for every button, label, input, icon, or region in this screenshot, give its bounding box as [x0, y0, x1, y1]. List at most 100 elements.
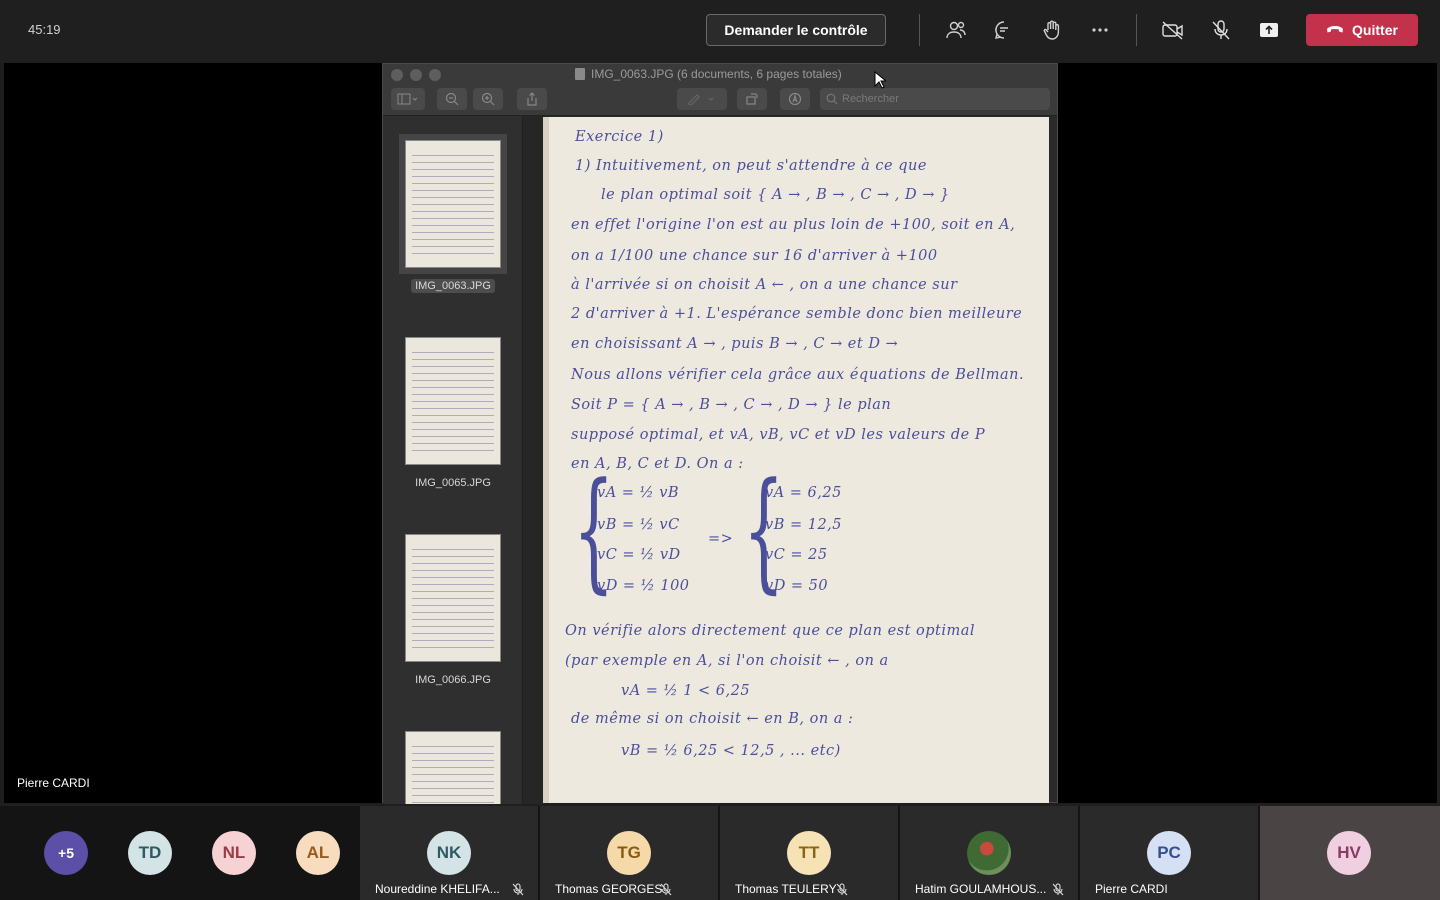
hw-line: Nous allons vérifier cela grâce aux équa… [571, 367, 1025, 383]
hw-line: 2 d'arriver à +1. L'espérance semble don… [571, 306, 1023, 322]
shared-preview-window: IMG_0063.JPG (6 documents, 6 pages total… [382, 63, 1058, 804]
sidebar-toggle-button[interactable] [391, 88, 425, 110]
hw-line: à l'arrivée si on choisit A ← , on a une… [571, 277, 958, 293]
zoom-in-button[interactable] [473, 88, 503, 110]
mic-off-icon [836, 883, 848, 896]
request-control-button[interactable]: Demander le contrôle [706, 14, 886, 46]
share-screen-icon[interactable] [1255, 16, 1283, 44]
call-timer: 45:19 [28, 22, 61, 37]
chat-icon[interactable] [990, 16, 1018, 44]
implies-arrow: => [708, 531, 734, 547]
participant-avatar[interactable]: TD [128, 831, 172, 875]
thumbnail-label: IMG_0063.JPG [383, 279, 522, 293]
equation-right: vC = 25 [765, 547, 828, 563]
participant-avatar: PC [1147, 831, 1191, 875]
sidebar-gutter [523, 116, 545, 804]
leave-call-label: Quitter [1352, 22, 1398, 38]
mic-off-icon [660, 883, 672, 896]
leave-call-button[interactable]: Quitter [1306, 14, 1418, 46]
participant-name: Thomas GEORGES [555, 882, 663, 896]
search-placeholder: Rechercher [842, 93, 899, 105]
hw-line: vA = ½ 1 < 6,25 [621, 683, 751, 699]
participant-name: Thomas TEULERY [735, 882, 837, 896]
thumbnail-img-0066[interactable] [405, 534, 501, 662]
hw-line: vB = ½ 6,25 < 12,5 , ... etc) [621, 743, 841, 759]
hw-line: Soit P = { A → , B → , C → , D → } le pl… [571, 397, 892, 413]
meeting-toolbar: 45:19 Demander le contrôle Quitter [0, 0, 1440, 62]
equation-left: vB = ½ vC [597, 517, 680, 533]
participant-avatar: NK [427, 831, 471, 875]
presenter-name: Pierre CARDI [17, 776, 90, 790]
close-window-button[interactable] [391, 69, 403, 81]
participant-avatar: TT [787, 831, 831, 875]
participant-photo-avatar [967, 831, 1011, 875]
thumbnail-img-0063[interactable] [399, 134, 507, 274]
self-avatar: HV [1327, 831, 1371, 875]
markup-button[interactable] [677, 88, 727, 110]
participant-tile[interactable]: Hatim GOULAMHOUS... [900, 806, 1078, 900]
zoom-window-button[interactable] [429, 69, 441, 81]
zoom-in-icon [481, 92, 495, 106]
hw-line: 1) Intuitivement, on peut s'attendre à c… [575, 158, 927, 174]
participant-name: Pierre CARDI [1095, 882, 1168, 896]
participant-name: Hatim GOULAMHOUS... [915, 882, 1047, 896]
rotate-button[interactable] [737, 88, 767, 110]
participant-tile[interactable]: PC Pierre CARDI [1080, 806, 1258, 900]
participant-avatar[interactable]: AL [296, 831, 340, 875]
document-icon [575, 68, 585, 80]
equation-left: vC = ½ vD [597, 547, 681, 563]
zoom-out-icon [445, 92, 459, 106]
participant-strip: +5 TD NL AL NK Noureddine KHELIFA... TG … [0, 806, 1440, 900]
participant-tile[interactable]: NK Noureddine KHELIFA... [360, 806, 538, 900]
thumbnail-img-0065[interactable] [405, 337, 501, 465]
participant-tile[interactable]: TG Thomas GEORGES [540, 806, 718, 900]
participant-avatar: TG [607, 831, 651, 875]
equation-right: vA = 6,25 [765, 485, 842, 501]
preview-window-title: IMG_0063.JPG (6 documents, 6 pages total… [591, 67, 842, 81]
pen-icon [688, 94, 714, 105]
share-button[interactable] [517, 88, 547, 110]
hw-line: On vérifie alors directement que ce plan… [565, 623, 976, 639]
annotate-button[interactable] [780, 88, 810, 110]
overflow-participants-button[interactable]: +5 [44, 831, 88, 875]
rotate-icon [746, 93, 758, 105]
hw-line: de même si on choisit ← en B, on a : [571, 711, 854, 727]
raise-hand-icon[interactable] [1038, 16, 1066, 44]
hw-line: on a 1/100 une chance sur 16 d'arriver à… [571, 248, 938, 264]
sidebar-icon [397, 93, 418, 105]
mic-off-icon [512, 883, 524, 896]
annotate-icon [788, 92, 802, 106]
mouse-cursor-icon [874, 70, 888, 94]
hw-line: en effet l'origine l'on est au plus loin… [571, 217, 1016, 233]
hw-line: Exercice 1) [575, 129, 664, 145]
thumbnail-sidebar: IMG_0063.JPG IMG_0065.JPG IMG_0066.JPG [383, 116, 523, 804]
handwritten-page: Exercice 1) 1) Intuitivement, on peut s'… [543, 117, 1049, 803]
mic-off-icon[interactable] [1207, 16, 1235, 44]
equation-left: vA = ½ vB [597, 485, 680, 501]
toolbar-divider [919, 14, 920, 46]
preview-titlebar: IMG_0063.JPG (6 documents, 6 pages total… [383, 64, 1057, 116]
participant-name: Noureddine KHELIFA... [375, 882, 500, 896]
participants-icon[interactable] [942, 16, 970, 44]
hw-line: (par exemple en A, si l'on choisit ← , o… [565, 653, 889, 669]
thumbnail-label: IMG_0066.JPG [415, 674, 491, 686]
participant-tile[interactable]: TT Thomas TEULERY [720, 806, 898, 900]
search-field[interactable]: Rechercher [820, 88, 1050, 110]
equation-left: vD = ½ 100 [597, 578, 690, 594]
camera-off-icon[interactable] [1159, 16, 1187, 44]
minimize-window-button[interactable] [410, 69, 422, 81]
self-view-tile[interactable]: HV [1260, 806, 1440, 900]
toolbar-divider [1136, 14, 1137, 46]
more-options-icon[interactable] [1086, 16, 1114, 44]
search-icon [826, 93, 838, 105]
equation-right: vB = 12,5 [765, 517, 842, 533]
share-icon [527, 92, 537, 106]
thumbnail-label: IMG_0065.JPG [415, 477, 491, 489]
zoom-out-button[interactable] [437, 88, 467, 110]
thumbnail-next[interactable] [405, 731, 501, 804]
hw-line: le plan optimal soit { A → , B → , C → ,… [601, 187, 950, 203]
hw-line: en choisissant A → , puis B → , C → et D… [571, 336, 899, 352]
hang-up-icon [1327, 26, 1344, 33]
hw-line: supposé optimal, et vA, vB, vC et vD les… [571, 427, 986, 443]
participant-avatar[interactable]: NL [212, 831, 256, 875]
